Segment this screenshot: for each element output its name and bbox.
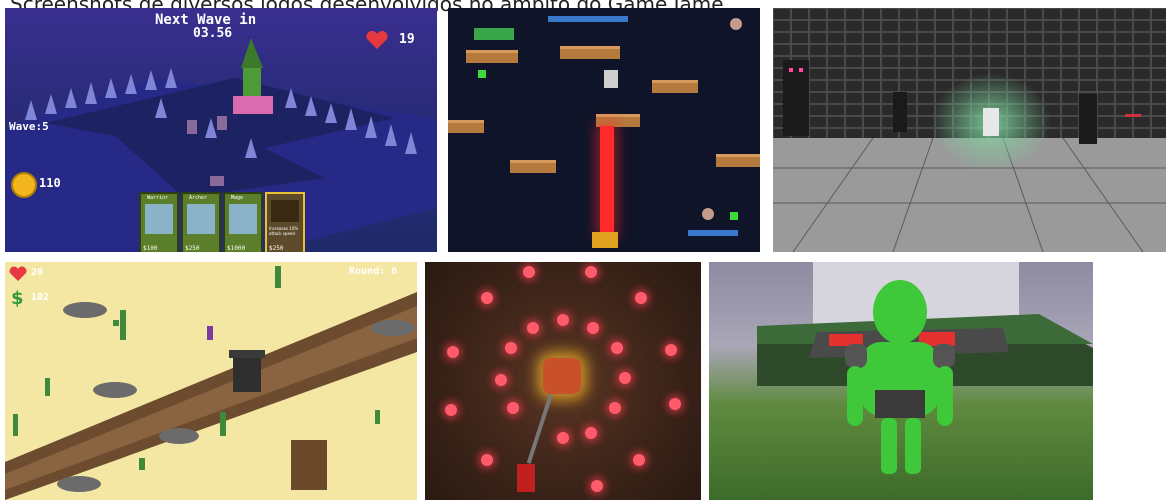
card-price: $250: [269, 245, 284, 252]
bottom-bar: [688, 230, 738, 236]
bullet: [495, 374, 507, 386]
screenshot-desert-tower-defense: 20 $ 102 Round: 6: [5, 262, 417, 500]
platform: [560, 46, 620, 59]
bullet: [585, 427, 597, 439]
lives-count: 19: [399, 32, 415, 47]
platform: [652, 80, 698, 93]
top-bar: [548, 16, 628, 22]
screenshot-bullet-hell: [425, 262, 701, 500]
card-price: $250: [185, 245, 200, 252]
bullet: [557, 314, 569, 326]
coin-icon: [11, 172, 37, 198]
money-icon: $: [11, 288, 24, 309]
card-name: Warrior: [147, 195, 169, 201]
character-shoulder: [845, 344, 867, 368]
platform: [466, 50, 518, 63]
bullet: [481, 454, 493, 466]
coin-count: 110: [39, 176, 61, 190]
card-name: Mage: [231, 195, 244, 201]
bullet: [619, 372, 631, 384]
corridor-scene: [773, 8, 1166, 252]
bullet: [669, 398, 681, 410]
bullet: [611, 342, 623, 354]
upgrade-description: Increases 10% attack speed: [269, 226, 299, 236]
bullet: [609, 402, 621, 414]
bullet: [587, 322, 599, 334]
platform: [716, 154, 760, 167]
enemy-sprite: [592, 232, 618, 248]
screenshot-3d-character: [709, 262, 1093, 500]
bullet: [665, 344, 677, 356]
wave-timer: 03.56: [193, 26, 233, 41]
lives-count: 20: [31, 267, 44, 278]
bullet: [447, 346, 459, 358]
bullet: [445, 404, 457, 416]
character-leg: [905, 418, 921, 474]
green-gem: [478, 70, 486, 78]
bullet: [507, 402, 519, 414]
bullet: [523, 266, 535, 278]
character-head: [873, 280, 927, 344]
player-sprite: [517, 464, 535, 492]
bullet: [635, 292, 647, 304]
character-shorts: [875, 390, 925, 418]
desert-scene: [5, 266, 417, 500]
heart-icon: [9, 266, 27, 286]
card-price: $1000: [227, 245, 246, 252]
bullet: [481, 292, 493, 304]
bullet: [591, 480, 603, 492]
bullet: [527, 322, 539, 334]
bullet: [585, 266, 597, 278]
green-gem: [730, 212, 738, 220]
card-price: $100: [143, 245, 158, 252]
unit-card-archer[interactable]: Archer $250: [181, 192, 221, 252]
character-arm: [847, 366, 863, 426]
cog-icon: [730, 18, 742, 30]
bullet: [557, 432, 569, 444]
bullet: [505, 342, 517, 354]
platform: [448, 120, 484, 133]
screenshot-pixel-platformer: [448, 8, 760, 252]
money-count: 102: [31, 292, 50, 303]
laser-beam: [600, 126, 614, 234]
wizard-tower: [233, 38, 273, 114]
player-sprite: [604, 70, 618, 88]
heart-icon: [365, 30, 389, 50]
cog-icon: [702, 208, 714, 220]
screenshot-tower-defense-night: Next Wave in 03.56 19 Wave:5 110 Warrior…: [5, 8, 437, 252]
character-leg: [881, 418, 897, 474]
platform: [510, 160, 556, 173]
card-name: Archer: [189, 195, 208, 201]
chain: [526, 394, 553, 464]
card-art: [145, 204, 173, 234]
round-indicator: Round: 6: [349, 266, 398, 277]
character-shoulder: [933, 344, 955, 368]
upgrade-card[interactable]: Increases 10% attack speed $250: [265, 192, 305, 252]
boss-sprite: [543, 358, 581, 394]
card-art: [229, 204, 257, 234]
upgrade-icon: [271, 200, 299, 222]
green-bars: [474, 28, 514, 40]
unit-card-mage[interactable]: Mage $1000: [223, 192, 263, 252]
character-arm: [937, 366, 953, 426]
unit-card-warrior[interactable]: Warrior $100: [139, 192, 179, 252]
screenshot-dungeon-corridor: [773, 8, 1166, 252]
bullet: [633, 454, 645, 466]
card-art: [187, 204, 215, 234]
wave-number: Wave:5: [9, 120, 49, 133]
